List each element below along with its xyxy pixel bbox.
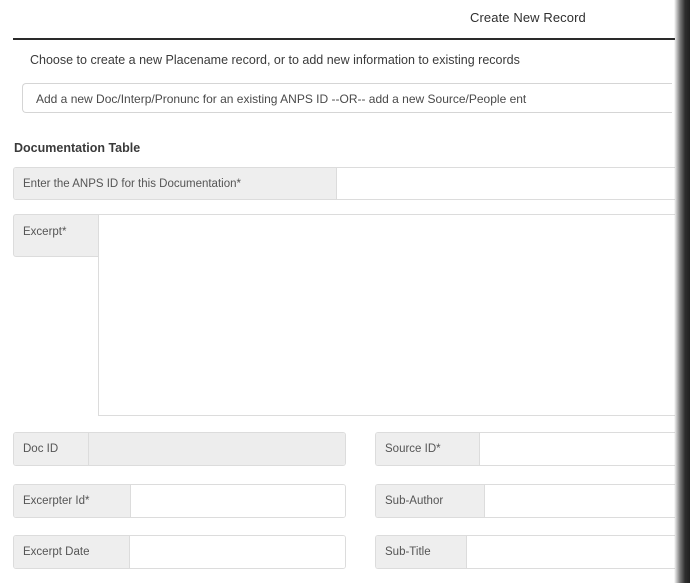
section-title: Documentation Table [14,141,141,155]
source-id-label: Source ID* [376,433,480,465]
record-type-select[interactable]: Add a new Doc/Interp/Pronunc for an exis… [22,83,672,113]
excerpter-id-row: Excerpter Id* [13,484,346,518]
excerpt-date-input[interactable] [130,536,345,568]
header-divider [13,38,675,40]
source-id-input[interactable] [480,433,675,465]
excerpt-date-row: Excerpt Date [13,535,346,569]
doc-id-input [89,433,345,465]
sub-title-label: Sub-Title [376,536,467,568]
excerpter-id-label: Excerpter Id* [14,485,131,517]
sub-author-label: Sub-Author [376,485,485,517]
sub-author-input[interactable] [485,485,675,517]
excerpter-id-input[interactable] [131,485,345,517]
anps-id-input[interactable] [337,168,675,199]
sub-author-row: Sub-Author [375,484,675,518]
excerpt-textarea[interactable] [98,214,675,416]
excerpt-date-label: Excerpt Date [14,536,130,568]
doc-id-label: Doc ID [14,433,89,465]
create-record-page: Create New Record Choose to create a new… [0,0,690,583]
anps-id-row: Enter the ANPS ID for this Documentation… [13,167,675,200]
page-edge-shadow [674,0,690,583]
sub-title-input[interactable] [467,536,675,568]
sub-title-row: Sub-Title [375,535,675,569]
anps-id-label: Enter the ANPS ID for this Documentation… [14,168,337,199]
doc-id-row: Doc ID [13,432,346,466]
page-title: Create New Record [470,10,586,25]
intro-text: Choose to create a new Placename record,… [30,53,520,67]
excerpt-group: Excerpt* [13,214,675,416]
excerpt-label: Excerpt* [13,214,99,257]
source-id-row: Source ID* [375,432,675,466]
